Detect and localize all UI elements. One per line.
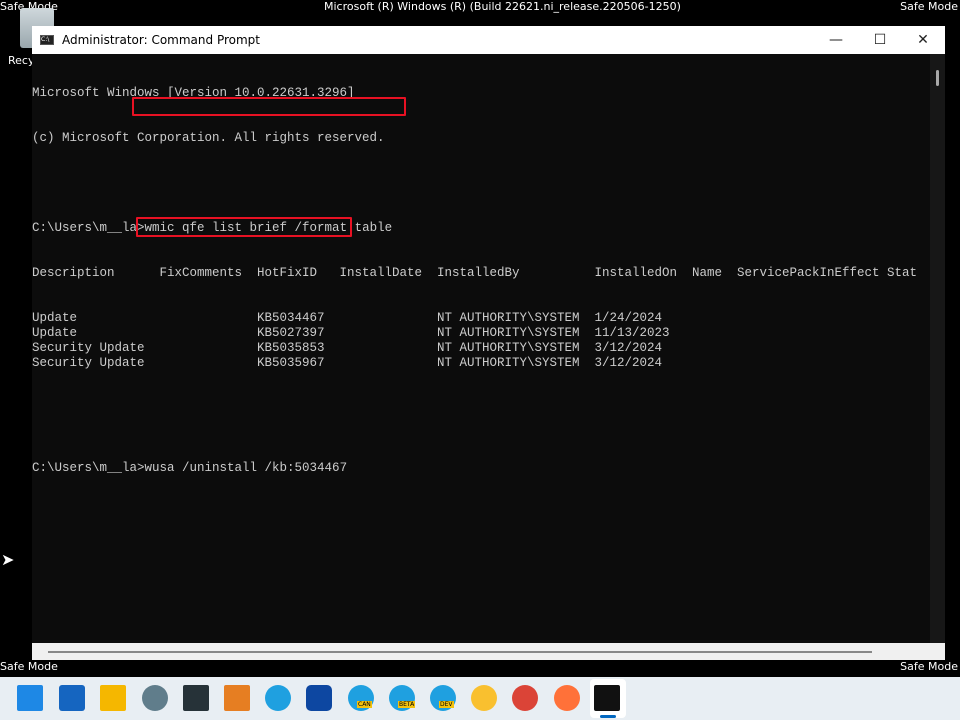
table-cell: NT AUTHORITY\SYSTEM [437,341,580,355]
taskbar: CAN BETA DEV [0,677,960,720]
table-cell: KB5027397 [257,326,325,340]
table-cell: Description [32,266,115,280]
close-button[interactable]: ✕ [901,26,945,54]
maximize-button[interactable]: ☐ [858,26,902,54]
minimize-button[interactable]: — [814,26,858,54]
command-wusa: wusa /uninstall /kb:5034467 [144,461,348,475]
active-indicator [600,715,616,718]
table-cell: Name [692,266,723,280]
table-cell: KB5034467 [257,311,325,325]
table-cell: InstalledBy [437,266,520,280]
window-title: Administrator: Command Prompt [62,33,260,47]
console-output[interactable]: Microsoft Windows [Version 10.0.22631.32… [32,54,930,643]
tools-icon[interactable] [224,685,250,711]
scroll-thumb[interactable] [936,70,939,86]
table-cell: FixComments [159,266,243,280]
table-cell: NT AUTHORITY\SYSTEM [437,356,580,370]
title-bar[interactable]: C:\ Administrator: Command Prompt — ☐ ✕ [32,26,945,54]
safe-mode-label: Safe Mode [0,660,58,673]
table-header: Description FixComments HotFixID InstallDat… [32,266,930,281]
table-cell: InstallDate [339,266,423,280]
table-row: Update KB5034467 NT AUTHORITY\SYSTEM 1/24/2… [32,311,930,326]
edge-channel-badge: DEV [439,701,454,708]
chrome-canary-icon[interactable] [471,685,497,711]
table-cell: Update [32,326,78,340]
store-icon[interactable] [306,685,332,711]
table-row: Update KB5027397 NT AUTHORITY\SYSTEM 11/13/… [32,326,930,341]
table-cell: NT AUTHORITY\SYSTEM [437,311,580,325]
highlight-box-wusa [136,217,352,237]
horizontal-scrollbar[interactable] [32,643,945,660]
edge-channel-badge: CAN [357,701,372,708]
table-cell: 3/12/2024 [594,341,663,355]
safe-mode-label: Safe Mode [900,660,958,673]
table-cell: KB5035967 [257,356,325,370]
table-cell: 3/12/2024 [594,356,663,370]
settings-icon[interactable] [142,685,168,711]
terminal-icon[interactable] [183,685,209,711]
table-row: Security Update KB5035853 NT AUTHORITY\SYS… [32,341,930,356]
table-cell: Stat [887,266,918,280]
os-build-banner: Microsoft (R) Windows (R) (Build 22621.n… [324,0,681,13]
command-prompt-window: C:\ Administrator: Command Prompt — ☐ ✕ … [32,26,945,660]
firefox-icon[interactable] [554,685,580,711]
recycle-bin-label: Recy [8,54,35,67]
highlight-box-wmic [132,97,406,116]
edge-channel-badge: BETA [398,701,416,708]
table-cell: Security Update [32,356,145,370]
vertical-scrollbar[interactable] [930,54,945,643]
chrome-icon[interactable] [512,685,538,711]
table-row: Security Update KB5035967 NT AUTHORITY\SYS… [32,356,930,371]
table-cell: InstalledOn [594,266,678,280]
table-cell: 1/24/2024 [594,311,663,325]
table-cell: Security Update [32,341,145,355]
start-icon[interactable] [17,685,43,711]
widgets-icon[interactable] [59,685,85,711]
command-prompt-icon[interactable] [594,685,620,711]
edge-icon[interactable] [265,685,291,711]
table-cell: KB5035853 [257,341,325,355]
prompt: C:\Users\m__la> [32,221,145,235]
scroll-thumb[interactable] [48,651,872,653]
table-cell: 11/13/2023 [594,326,670,340]
file-explorer-icon[interactable] [100,685,126,711]
mouse-cursor-icon: ➤ [1,550,15,569]
table-cell: ServicePackInEffect [737,266,880,280]
safe-mode-label: Safe Mode [900,0,958,13]
table-cell: NT AUTHORITY\SYSTEM [437,326,580,340]
table-cell: HotFixID [257,266,318,280]
cmd-app-icon: C:\ [40,35,54,45]
console-line: (c) Microsoft Corporation. All rights re… [32,131,385,145]
table-cell: Update [32,311,78,325]
prompt: C:\Users\m__la> [32,461,145,475]
